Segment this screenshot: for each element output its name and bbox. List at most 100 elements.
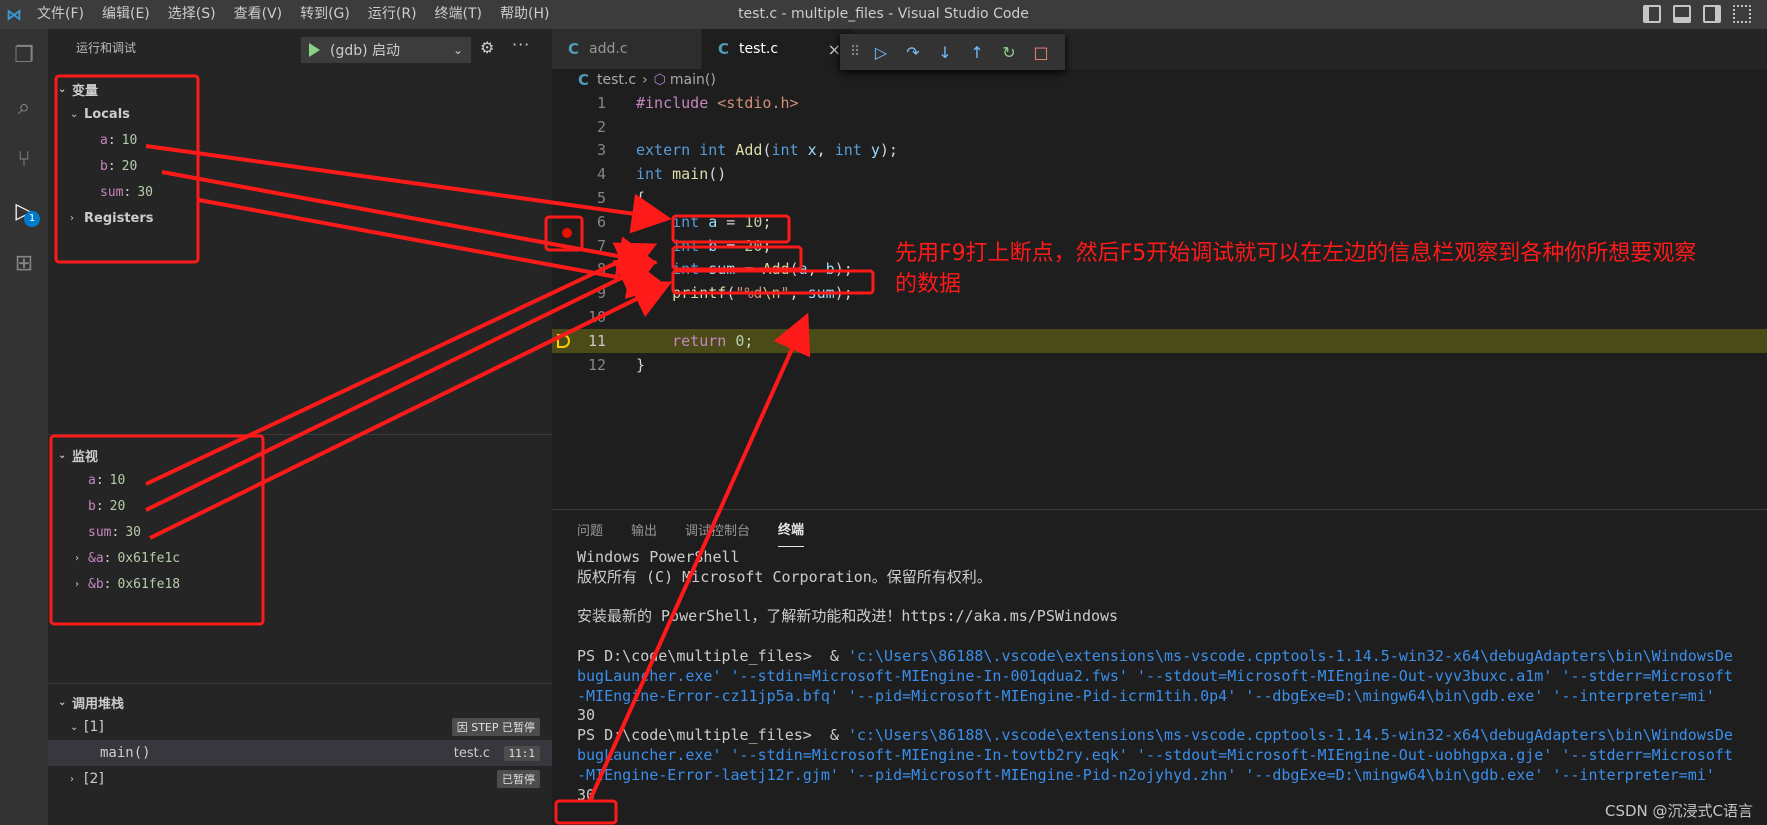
chevron-down-icon[interactable]: ⌄ xyxy=(453,43,463,57)
menu-terminal[interactable]: 终端(T) xyxy=(426,0,491,29)
watch-header[interactable]: ⌄ 监视 xyxy=(48,443,552,467)
variables-header[interactable]: ⌄ 变量 xyxy=(48,77,552,101)
menu-go[interactable]: 转到(G) xyxy=(291,0,359,29)
watch-section: ⌄ 监视 a:10 b:20 sum:30 › &a:0x61fe1c › &b… xyxy=(48,434,552,597)
thread-label: [1] xyxy=(84,719,104,735)
locals-label: Locals xyxy=(84,106,130,122)
extensions-icon[interactable]: ⊞ xyxy=(0,237,48,289)
tab-add-c[interactable]: C add.c xyxy=(552,29,702,69)
locals-scope[interactable]: ⌄ Locals xyxy=(48,101,552,127)
breakpoint-icon[interactable] xyxy=(562,228,572,238)
search-icon[interactable]: ⌕ xyxy=(0,81,48,133)
toggle-secondary-sidebar-icon[interactable] xyxy=(1703,5,1721,23)
thread-status-badge: 已暂停 xyxy=(497,770,540,788)
menu-edit[interactable]: 编辑(E) xyxy=(93,0,159,29)
restart-icon[interactable]: ↻ xyxy=(1000,43,1018,62)
step-out-icon[interactable]: ↑ xyxy=(968,43,986,62)
close-icon[interactable]: × xyxy=(828,40,841,59)
code-line-current: 11 return 0; xyxy=(552,328,1767,353)
code-line: 3 extern int Add(int x, int y); xyxy=(596,141,898,160)
frame-line-badge: 11:1 xyxy=(503,745,540,761)
chevron-right-icon: › xyxy=(74,578,81,590)
toggle-panel-icon[interactable] xyxy=(1673,5,1691,23)
tab-problems[interactable]: 问题 xyxy=(577,512,603,547)
breadcrumb-file[interactable]: test.c xyxy=(597,72,636,88)
source-control-icon[interactable]: ⑂ xyxy=(0,133,48,185)
more-actions-icon[interactable]: ··· xyxy=(512,35,530,54)
chevron-down-icon: ⌄ xyxy=(58,449,67,461)
c-file-icon: C xyxy=(578,71,590,89)
code-line: 4 int main() xyxy=(596,165,727,184)
variable-name: sum xyxy=(100,184,124,200)
breadcrumb: C test.c › ⬡ main() xyxy=(552,69,1767,91)
chevron-down-icon: ⌄ xyxy=(58,696,67,708)
thread-row[interactable]: › [2] 已暂停 xyxy=(48,766,552,792)
menu-file[interactable]: 文件(F) xyxy=(28,0,93,29)
variable-row[interactable]: sum:30 xyxy=(48,179,552,205)
tab-debug-console[interactable]: 调试控制台 xyxy=(685,512,750,547)
watch-name: a xyxy=(88,472,96,488)
watermark: CSDN @沉浸式C语言 xyxy=(1604,802,1753,820)
code-line: 12} xyxy=(587,355,646,374)
code-editor[interactable]: 1 #include <stdio.h> 2 3 extern int Add(in… xyxy=(552,91,1767,377)
breadcrumb-symbol[interactable]: main() xyxy=(670,72,716,88)
registers-label: Registers xyxy=(84,210,154,226)
panel-tabs: 问题 输出 调试控制台 终端 xyxy=(552,510,1767,548)
code-line: 6 int a = 10; xyxy=(596,212,772,231)
chevron-right-icon: › xyxy=(74,552,81,564)
variable-value: 30 xyxy=(137,184,153,200)
watch-row[interactable]: a:10 xyxy=(48,467,552,493)
start-debugging-icon[interactable] xyxy=(309,43,320,57)
tab-test-c[interactable]: C test.c × xyxy=(702,29,852,69)
watch-row[interactable]: b:20 xyxy=(48,493,552,519)
callstack-header[interactable]: ⌄ 调用堆栈 xyxy=(48,690,552,714)
watch-title: 监视 xyxy=(72,449,99,465)
symbol-icon: ⬡ xyxy=(653,72,666,88)
terminal-line: 版权所有 (C) Microsoft Corporation。保留所有权利。 xyxy=(577,567,992,586)
terminal-line: 30 xyxy=(577,785,596,804)
menu-run[interactable]: 运行(R) xyxy=(359,0,426,29)
tab-terminal[interactable]: 终端 xyxy=(778,511,805,547)
debug-config-select[interactable]: (gdb) 启动 ⌄ xyxy=(301,37,471,63)
chevron-down-icon: ⌄ xyxy=(70,108,79,120)
step-over-icon[interactable]: ↷ xyxy=(904,43,922,62)
watch-row[interactable]: sum:30 xyxy=(48,519,552,545)
tab-output[interactable]: 输出 xyxy=(631,512,657,547)
menu-help[interactable]: 帮助(H) xyxy=(491,0,558,29)
stack-frame-row[interactable]: main() test.c 11:1 xyxy=(48,740,552,766)
layout-controls xyxy=(1643,5,1751,23)
menu-view[interactable]: 查看(V) xyxy=(225,0,292,29)
stop-icon[interactable]: □ xyxy=(1032,43,1050,62)
chevron-down-icon: ⌄ xyxy=(58,83,67,95)
watch-row[interactable]: › &a:0x61fe1c xyxy=(48,545,552,571)
variable-row[interactable]: a:10 xyxy=(48,127,552,153)
variable-value: 20 xyxy=(121,158,138,174)
terminal-line: PS D:\code\multiple_files> & 'c:\Users\8… xyxy=(577,646,1733,665)
watch-value: 0x61fe18 xyxy=(117,576,181,592)
terminal-output[interactable]: Windows PowerShell 版权所有 (C) Microsoft Cor… xyxy=(552,548,1767,805)
registers-scope[interactable]: › Registers xyxy=(48,205,552,231)
thread-row[interactable]: ⌄ [1] 因 STEP 已暂停 xyxy=(48,714,552,740)
explorer-icon[interactable]: ❐ xyxy=(0,29,48,81)
callstack-title: 调用堆栈 xyxy=(72,696,125,712)
vscode-logo-icon: ⋈ xyxy=(6,5,22,24)
watch-name: sum xyxy=(88,524,112,540)
debug-config-label: (gdb) 启动 xyxy=(330,43,401,59)
watch-row[interactable]: › &b:0x61fe18 xyxy=(48,571,552,597)
customize-layout-icon[interactable] xyxy=(1733,5,1751,23)
menu-selection[interactable]: 选择(S) xyxy=(159,0,225,29)
title-bar: ⋈ 文件(F) 编辑(E) 选择(S) 查看(V) 转到(G) 运行(R) 终端… xyxy=(0,0,1767,29)
run-debug-icon[interactable]: ▷ 1 xyxy=(0,185,48,237)
continue-icon[interactable]: ▷ xyxy=(872,43,890,62)
terminal-line: Windows PowerShell xyxy=(577,548,740,566)
c-file-icon: C xyxy=(568,40,580,58)
gear-icon[interactable]: ⚙ xyxy=(480,38,494,57)
terminal-line: 安装最新的 PowerShell，了解新功能和改进！https://aka.ms… xyxy=(577,607,1119,626)
chevron-right-icon: › xyxy=(642,72,648,88)
toggle-primary-sidebar-icon[interactable] xyxy=(1643,5,1661,23)
frame-file: test.c xyxy=(453,745,490,761)
drag-handle-icon[interactable]: ⠿ xyxy=(850,44,860,60)
step-into-icon[interactable]: ↓ xyxy=(936,43,954,62)
variable-row[interactable]: b:20 xyxy=(48,153,552,179)
